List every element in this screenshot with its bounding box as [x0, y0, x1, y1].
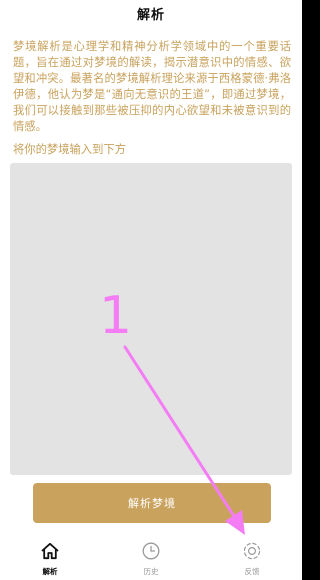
input-prompt: 将你的梦境输入到下方: [13, 143, 126, 156]
app-screen: 解析 梦境解析是心理学和精神分析学领域中的一个重要话题，旨在通过对梦境的解读，揭…: [0, 0, 302, 580]
tab-analyze[interactable]: 解析: [20, 535, 80, 580]
analyze-dream-button[interactable]: 解析梦境: [33, 483, 271, 523]
tab-history-label: 历史: [143, 567, 159, 576]
tab-feedback-label: 反馈: [244, 567, 260, 576]
home-icon: [41, 542, 59, 560]
intro-text: 梦境解析是心理学和精神分析学领域中的一个重要话题，旨在通过对梦境的解读，揭示潜意…: [13, 40, 291, 133]
page-title: 解析: [136, 8, 165, 23]
tab-history[interactable]: 历史: [121, 535, 181, 580]
tab-feedback[interactable]: 反馈: [222, 535, 282, 580]
bottom-tab-bar: 解析 历史 反馈: [0, 535, 302, 580]
dream-input[interactable]: [10, 163, 292, 475]
settings-icon: [243, 542, 261, 560]
tab-analyze-label: 解析: [42, 567, 58, 576]
annotation-step-label: 1: [99, 286, 133, 346]
clock-icon: [142, 542, 160, 560]
